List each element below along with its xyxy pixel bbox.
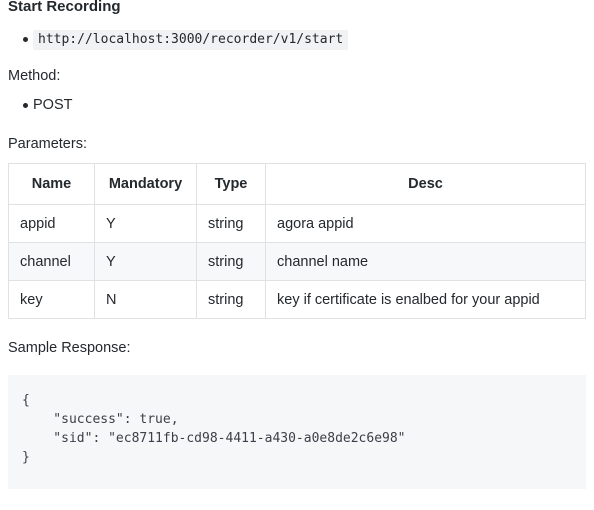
list-item: POST — [8, 95, 586, 116]
cell-desc: channel name — [265, 242, 586, 281]
cell-desc: key if certificate is enalbed for your a… — [265, 280, 586, 319]
page-title: Start Recording — [8, 0, 121, 15]
cell-mandatory: N — [94, 280, 197, 319]
list-item: http://localhost:3000/recorder/v1/start — [8, 29, 586, 50]
cell-type: string — [196, 204, 266, 243]
documentation-page: Start Recording http://localhost:3000/re… — [0, 0, 594, 510]
cell-name: key — [8, 280, 95, 319]
endpoint-url-code[interactable]: http://localhost:3000/recorder/v1/start — [33, 30, 349, 50]
cell-type: string — [196, 242, 266, 281]
parameters-label: Parameters: — [8, 136, 87, 152]
cell-mandatory: Y — [94, 204, 197, 243]
column-header-desc: Desc — [265, 163, 586, 205]
column-header-name: Name — [8, 163, 95, 205]
table-header-row: Name Mandatory Type Desc — [8, 163, 586, 205]
sample-response-code-block[interactable]: { "success": true, "sid": "ec8711fb-cd98… — [8, 375, 586, 489]
endpoint-list: http://localhost:3000/recorder/v1/start — [8, 29, 586, 50]
column-header-type: Type — [196, 163, 266, 205]
table-row: channel Y string channel name — [8, 242, 586, 281]
sample-response-label: Sample Response: — [8, 340, 131, 356]
table-row: appid Y string agora appid — [8, 204, 586, 243]
parameters-table: Name Mandatory Type Desc appid Y string … — [8, 163, 586, 319]
table-row: key N string key if certificate is enalb… — [8, 280, 586, 319]
cell-type: string — [196, 280, 266, 319]
cell-desc: agora appid — [265, 204, 586, 243]
cell-mandatory: Y — [94, 242, 197, 281]
cell-name: channel — [8, 242, 95, 281]
column-header-mandatory: Mandatory — [94, 163, 197, 205]
cell-name: appid — [8, 204, 95, 243]
method-list: POST — [8, 95, 586, 116]
method-label: Method: — [8, 68, 61, 84]
